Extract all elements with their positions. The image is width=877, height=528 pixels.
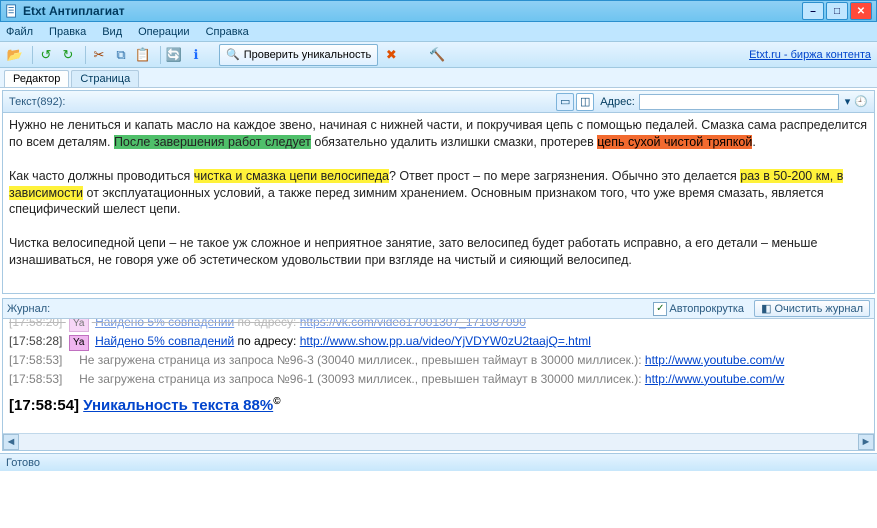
close-button[interactable]: ✕ [850, 2, 872, 20]
address-label: Адрес: [600, 96, 635, 108]
tab-page[interactable]: Страница [71, 70, 139, 87]
url-link[interactable]: http://www.show.pp.ua/video/YjVDYW0zU2ta… [300, 334, 591, 348]
history-icon[interactable]: 🕘 [854, 95, 868, 108]
menubar: Файл Правка Вид Операции Справка [0, 22, 877, 42]
journal-panel: Журнал: ✓ Автопрокрутка ◧ Очистить журна… [2, 298, 875, 451]
journal-row: [17:58:28] Ya Найдено 5% совпадений по а… [9, 332, 868, 351]
journal-result: [17:58:54] Уникальность текста 88%© [9, 394, 868, 417]
uniqueness-link[interactable]: Уникальность текста 88% [83, 397, 273, 414]
open-icon[interactable]: 📂 [6, 46, 24, 64]
highlight-green: После завершения работ следует [114, 135, 311, 149]
journal-row: [17:58:53] Не загружена страница из запр… [9, 351, 868, 370]
sync-icon[interactable]: 🔄 [165, 46, 183, 64]
scroll-left-icon[interactable]: ◄ [3, 434, 19, 450]
autoscroll-label: Автопрокрутка [669, 303, 744, 315]
dropdown-icon[interactable]: ▾ [845, 95, 851, 108]
clear-journal-label: Очистить журнал [774, 303, 863, 315]
editor-panel: Текст(892): ▭ ◫ Адрес: ▾ 🕘 Нужно не лени… [2, 90, 875, 294]
window-title: Etxt Антиплагиат [23, 4, 800, 18]
journal-row: [17:58:20] Ya Найдено 5% совпадений по а… [9, 319, 868, 332]
search-icon: 🔍 [226, 48, 240, 61]
menu-operations[interactable]: Операции [138, 26, 189, 38]
tabstrip: Редактор Страница [0, 68, 877, 88]
undo-icon[interactable]: ↺ [37, 46, 55, 64]
journal-row: [17:58:53] Не загружена страница из запр… [9, 370, 868, 389]
separator [160, 46, 161, 64]
separator [85, 46, 86, 64]
paragraph: Нужно не лениться и капать масло на кажд… [9, 117, 868, 151]
check-btn-label: Проверить уникальность [244, 49, 372, 61]
tool-icon[interactable]: 🔨 [428, 46, 446, 64]
text-count-label: Текст(892): [9, 96, 65, 108]
engine-badge: Ya [69, 319, 89, 332]
match-link[interactable]: Найдено 5% совпадений [95, 334, 234, 348]
check-uniqueness-button[interactable]: 🔍 Проверить уникальность [219, 44, 378, 66]
copy-icon[interactable]: ⧉ [112, 46, 130, 64]
paragraph: Чистка велосипедной цепи – не такое уж с… [9, 235, 868, 269]
url-link[interactable]: http://www.youtube.com/w [645, 353, 784, 367]
redo-icon[interactable]: ↻ [59, 46, 77, 64]
editor-text[interactable]: Нужно не лениться и капать масло на кажд… [3, 113, 874, 293]
app-icon [5, 4, 19, 18]
info-icon[interactable]: ℹ [187, 46, 205, 64]
paragraph: Как часто должны проводиться чистка и см… [9, 168, 868, 219]
tab-editor[interactable]: Редактор [4, 70, 69, 87]
titlebar: Etxt Антиплагиат – □ ✕ [0, 0, 877, 22]
engine-badge: Ya [69, 335, 89, 351]
eraser-icon: ◧ [761, 302, 771, 315]
separator [32, 46, 33, 64]
text-view-icon[interactable]: ▭ [556, 93, 574, 111]
menu-file[interactable]: Файл [6, 26, 33, 38]
scroll-right-icon[interactable]: ► [858, 434, 874, 450]
clear-journal-button[interactable]: ◧ Очистить журнал [754, 300, 870, 317]
journal-body[interactable]: [17:58:20] Ya Найдено 5% совпадений по а… [3, 319, 874, 433]
menu-help[interactable]: Справка [206, 26, 249, 38]
maximize-button[interactable]: □ [826, 2, 848, 20]
editor-header: Текст(892): ▭ ◫ Адрес: ▾ 🕘 [3, 91, 874, 113]
status-label: Готово [6, 457, 40, 469]
toolbar: 📂 ↺ ↻ ✂ ⧉ 📋 🔄 ℹ 🔍 Проверить уникальность… [0, 42, 877, 68]
menu-view[interactable]: Вид [102, 26, 122, 38]
h-scrollbar[interactable]: ◄ ► [3, 433, 874, 450]
split-view-icon[interactable]: ◫ [576, 93, 594, 111]
etxt-link[interactable]: Etxt.ru - биржа контента [749, 49, 871, 61]
statusbar: Готово [0, 453, 877, 471]
url-link[interactable]: http://www.youtube.com/w [645, 372, 784, 386]
cut-icon[interactable]: ✂ [90, 46, 108, 64]
highlight-orange: цепь сухой чистой тряпкой [597, 135, 752, 149]
menu-edit[interactable]: Правка [49, 26, 86, 38]
journal-header: Журнал: ✓ Автопрокрутка ◧ Очистить журна… [3, 299, 874, 319]
highlight-yellow: чистка и смазка цепи велосипеда [194, 169, 389, 183]
address-input[interactable] [639, 94, 839, 110]
minimize-button[interactable]: – [802, 2, 824, 20]
journal-title: Журнал: [7, 303, 653, 315]
stop-icon[interactable]: ✖ [382, 46, 400, 64]
paste-icon[interactable]: 📋 [134, 46, 152, 64]
autoscroll-checkbox[interactable]: ✓ [653, 302, 667, 316]
